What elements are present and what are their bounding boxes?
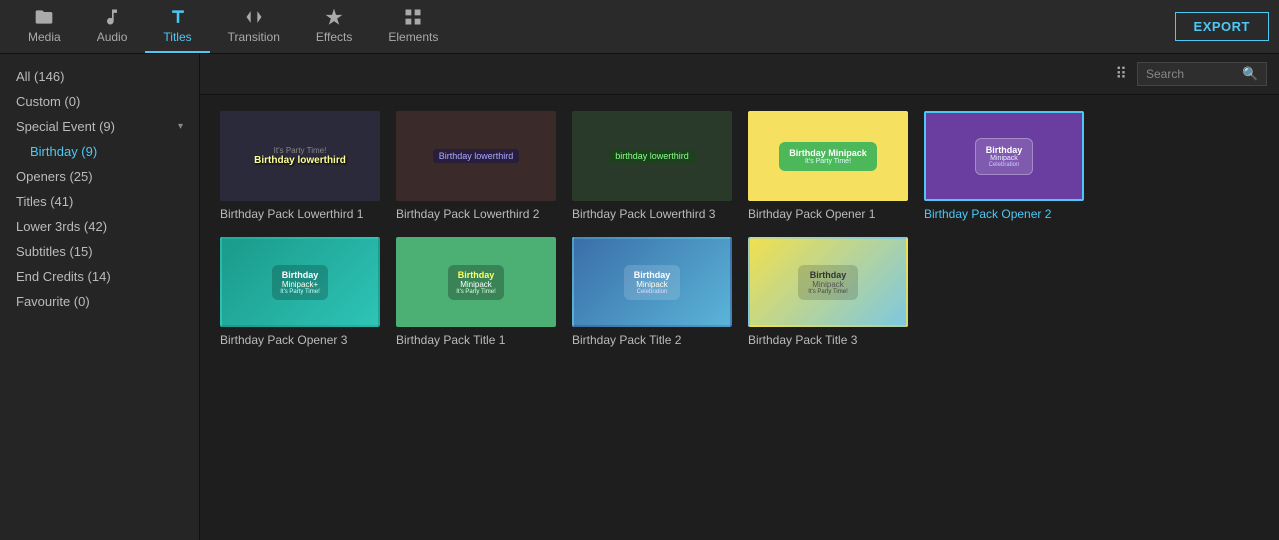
thumbnail-bpt3: Birthday Minipack It's Party Time! — [748, 237, 908, 327]
sidebar: All (146) Custom (0) Special Event (9) ▾… — [0, 54, 200, 540]
chevron-down-icon[interactable]: ▾ — [178, 121, 183, 132]
thumbnail-bpt1: Birthday Minipack It's Party Time! — [396, 237, 556, 327]
grid-item-bpo3[interactable]: Birthday Minipack+ It's Party Time! Birt… — [220, 237, 380, 347]
grid-item-bplt3[interactable]: birthday lowerthird Birthday Pack Lowert… — [572, 111, 732, 221]
sidebar-item-all[interactable]: All (146) — [0, 64, 199, 89]
grid-item-bpo2[interactable]: Birthday Minipack Celebration Birthday P… — [924, 111, 1084, 221]
toolbar: Media Audio Titles Transition Effects El… — [0, 0, 1279, 54]
grid-item-bpo1[interactable]: Birthday Minipack It's Party Time! Birth… — [748, 111, 908, 221]
main-layout: All (146) Custom (0) Special Event (9) ▾… — [0, 54, 1279, 540]
toolbar-media[interactable]: Media — [10, 0, 79, 53]
toolbar-effects[interactable]: Effects — [298, 0, 370, 53]
toolbar-titles[interactable]: Titles — [145, 0, 209, 53]
toolbar-transition[interactable]: Transition — [210, 0, 298, 53]
search-input[interactable] — [1146, 67, 1236, 81]
item-label-bplt1: Birthday Pack Lowerthird 1 — [220, 207, 363, 221]
sidebar-item-titles[interactable]: Titles (41) — [0, 189, 199, 214]
item-label-bpt1: Birthday Pack Title 1 — [396, 333, 505, 347]
search-icon: 🔍 — [1242, 66, 1258, 82]
thumbnail-bplt3: birthday lowerthird — [572, 111, 732, 201]
thumbnail-bpt2: Birthday Minipack Celebration — [572, 237, 732, 327]
toolbar-elements[interactable]: Elements — [370, 0, 456, 53]
sidebar-item-subtitles[interactable]: Subtitles (15) — [0, 239, 199, 264]
grid-item-bpt3[interactable]: Birthday Minipack It's Party Time! Birth… — [748, 237, 908, 347]
item-label-bplt2: Birthday Pack Lowerthird 2 — [396, 207, 539, 221]
grid-item-bplt2[interactable]: Birthday lowerthird Birthday Pack Lowert… — [396, 111, 556, 221]
export-button[interactable]: EXPORT — [1175, 12, 1269, 41]
grid-area: It's Party Time! Birthday lowerthird Bir… — [200, 95, 1279, 540]
item-label-bpo1: Birthday Pack Opener 1 — [748, 207, 875, 221]
content-area: ⠿ 🔍 It's Party Time! Birthday lowerthird — [200, 54, 1279, 540]
content-topbar: ⠿ 🔍 — [200, 54, 1279, 95]
sidebar-item-lower3rds[interactable]: Lower 3rds (42) — [0, 214, 199, 239]
grid-item-bplt1[interactable]: It's Party Time! Birthday lowerthird Bir… — [220, 111, 380, 221]
thumbnail-bplt2: Birthday lowerthird — [396, 111, 556, 201]
toolbar-audio[interactable]: Audio — [79, 0, 146, 53]
item-label-bpt2: Birthday Pack Title 2 — [572, 333, 681, 347]
grid-view-icon[interactable]: ⠿ — [1115, 64, 1127, 84]
search-bar: 🔍 — [1137, 62, 1267, 86]
sidebar-item-favourite[interactable]: Favourite (0) — [0, 289, 199, 314]
grid-item-bpt1[interactable]: Birthday Minipack It's Party Time! Birth… — [396, 237, 556, 347]
item-label-bplt3: Birthday Pack Lowerthird 3 — [572, 207, 715, 221]
item-label-bpo2: Birthday Pack Opener 2 — [924, 207, 1051, 221]
grid-item-bpt2[interactable]: Birthday Minipack Celebration Birthday P… — [572, 237, 732, 347]
thumbnail-bpo3: Birthday Minipack+ It's Party Time! — [220, 237, 380, 327]
item-label-bpt3: Birthday Pack Title 3 — [748, 333, 857, 347]
thumbnail-bpo1: Birthday Minipack It's Party Time! — [748, 111, 908, 201]
item-label-bpo3: Birthday Pack Opener 3 — [220, 333, 347, 347]
sidebar-item-birthday[interactable]: Birthday (9) — [0, 139, 199, 164]
thumbnail-bpo2: Birthday Minipack Celebration — [924, 111, 1084, 201]
sidebar-item-endcredits[interactable]: End Credits (14) — [0, 264, 199, 289]
thumbnail-bplt1: It's Party Time! Birthday lowerthird — [220, 111, 380, 201]
sidebar-item-special-event[interactable]: Special Event (9) ▾ — [0, 114, 199, 139]
item-grid: It's Party Time! Birthday lowerthird Bir… — [220, 111, 1259, 347]
sidebar-item-custom[interactable]: Custom (0) — [0, 89, 199, 114]
sidebar-item-openers[interactable]: Openers (25) — [0, 164, 199, 189]
